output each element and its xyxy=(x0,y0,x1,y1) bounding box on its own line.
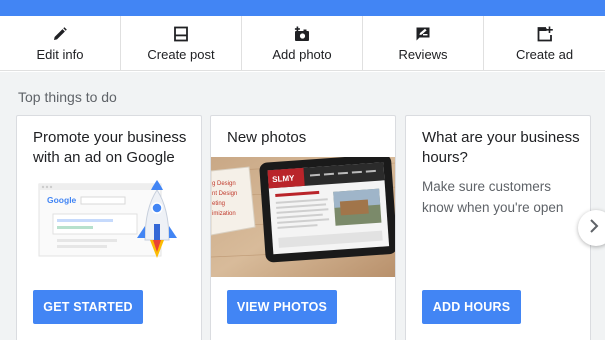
edit-info-button[interactable]: Edit info xyxy=(0,16,121,71)
card-title: New photos xyxy=(227,129,307,146)
add-photo-button[interactable]: Add photo xyxy=(242,16,363,71)
google-ad-rocket-illustration: Google xyxy=(17,176,201,266)
tablet-website-photo: g Design nt Design eting imization SLMY xyxy=(211,157,395,277)
view-photos-button[interactable]: VIEW PHOTOS xyxy=(227,290,337,324)
action-bar: Edit info Create post Add photo Reviews … xyxy=(0,16,605,71)
illustration-google-logo: Google xyxy=(47,195,77,205)
post-icon xyxy=(173,26,189,42)
card-title: Promote your business with an ad on Goog… xyxy=(33,129,187,166)
pencil-icon xyxy=(52,26,68,42)
add-hours-button[interactable]: ADD HOURS xyxy=(422,290,521,324)
paper-text-1: g Design xyxy=(212,181,236,187)
card-title: What are your business hours? xyxy=(422,129,580,166)
top-accent-bar xyxy=(0,0,605,16)
create-post-button[interactable]: Create post xyxy=(121,16,242,71)
get-started-button[interactable]: GET STARTED xyxy=(33,290,143,324)
reviews-button[interactable]: Reviews xyxy=(363,16,484,71)
reviews-label: Reviews xyxy=(398,47,448,62)
create-ad-label: Create ad xyxy=(515,47,574,62)
reviews-icon xyxy=(415,26,431,42)
paper-text-2: nt Design xyxy=(212,191,237,197)
create-post-label: Create post xyxy=(147,47,215,62)
card-description: Make sure customers know when you're ope… xyxy=(422,179,564,215)
new-photos-card: New photos g Design nt Design eting imiz… xyxy=(210,115,396,340)
business-hours-card: What are your business hours? Make sure … xyxy=(405,115,591,340)
promote-business-card: Promote your business with an ad on Goog… xyxy=(16,115,202,340)
top-things-section: Top things to do Promote your business w… xyxy=(0,72,605,340)
create-ad-icon xyxy=(537,26,553,42)
create-ad-button[interactable]: Create ad xyxy=(484,16,605,71)
website-logo-text: SLMY xyxy=(272,174,295,185)
paper-text-4: imization xyxy=(212,211,236,217)
edit-info-label: Edit info xyxy=(36,47,84,62)
add-photo-icon xyxy=(294,26,310,42)
paper-text-3: eting xyxy=(212,201,225,207)
add-photo-label: Add photo xyxy=(272,47,332,62)
section-title: Top things to do xyxy=(18,89,117,105)
chevron-right-icon xyxy=(589,218,599,238)
